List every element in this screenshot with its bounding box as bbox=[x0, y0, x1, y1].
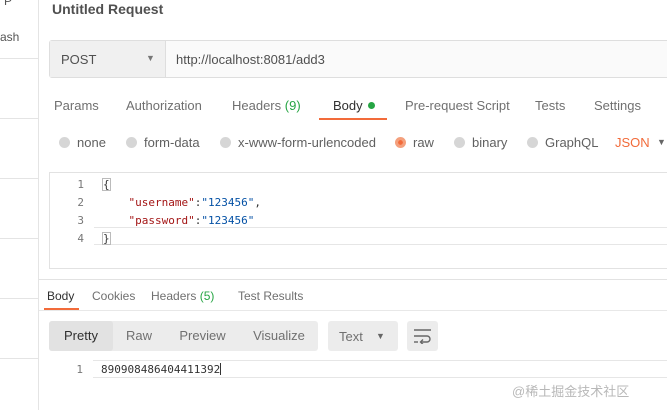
response-tab-cookies[interactable]: Cookies bbox=[92, 289, 135, 303]
radio-form-data-label[interactable]: form-data bbox=[144, 135, 200, 150]
sidebar-fragment-mid: ash bbox=[0, 30, 20, 44]
radio-urlencoded-label[interactable]: x-www-form-urlencoded bbox=[238, 135, 376, 150]
tab-prerequest-script[interactable]: Pre-request Script bbox=[405, 98, 510, 113]
radio-none-label[interactable]: none bbox=[77, 135, 106, 150]
request-title[interactable]: Untitled Request bbox=[52, 1, 163, 17]
response-tab-test-results[interactable]: Test Results bbox=[238, 289, 303, 303]
radio-graphql[interactable] bbox=[527, 137, 538, 148]
view-pretty-button[interactable]: Pretty bbox=[49, 321, 113, 351]
watermark: @稀土掘金技术社区 bbox=[512, 384, 630, 399]
chevron-down-icon: ▼ bbox=[376, 331, 385, 341]
editor-gutter: 1 2 3 4 bbox=[50, 173, 94, 268]
request-body-editor[interactable]: 1 2 3 4 { "username":"123456", "password… bbox=[49, 172, 667, 269]
url-input[interactable]: http://localhost:8081/add3 bbox=[176, 52, 325, 67]
current-line-highlight bbox=[94, 227, 667, 245]
code-line-3: "password":"123456" bbox=[128, 214, 255, 227]
line-number: 4 bbox=[77, 232, 84, 245]
radio-form-data[interactable] bbox=[126, 137, 137, 148]
sidebar-divider bbox=[0, 58, 38, 59]
radio-binary-label[interactable]: binary bbox=[472, 135, 507, 150]
response-tab-headers[interactable]: Headers (5) bbox=[151, 289, 214, 303]
method-label: POST bbox=[61, 52, 97, 67]
radio-raw-label[interactable]: raw bbox=[413, 135, 434, 150]
json-value-username: "123456" bbox=[201, 196, 255, 209]
line-number: 1 bbox=[77, 178, 84, 191]
sidebar-divider bbox=[0, 178, 38, 179]
radio-binary[interactable] bbox=[454, 137, 465, 148]
response-value-text: 890908486404411392 bbox=[101, 363, 221, 376]
radio-urlencoded[interactable] bbox=[220, 137, 231, 148]
tab-body-label: Body bbox=[333, 98, 363, 113]
url-bar: POST ▼ http://localhost:8081/add3 bbox=[49, 40, 667, 78]
close-brace: } bbox=[102, 232, 111, 245]
view-raw-button[interactable]: Raw bbox=[113, 321, 165, 351]
json-key-password: "password" bbox=[128, 214, 195, 227]
code-line-4: } bbox=[102, 232, 111, 245]
response-tab-headers-label: Headers bbox=[151, 289, 197, 303]
json-value-password: "123456" bbox=[201, 214, 255, 227]
code-line-1: { bbox=[102, 178, 111, 191]
raw-format-dropdown[interactable]: JSON bbox=[615, 135, 650, 150]
response-tabs: Body Cookies Headers (5) Test Results bbox=[0, 287, 667, 311]
response-view-mode: Pretty Raw Preview Visualize bbox=[49, 321, 318, 351]
view-visualize-button[interactable]: Visualize bbox=[240, 321, 318, 351]
tab-params[interactable]: Params bbox=[54, 98, 99, 113]
tab-body[interactable]: Body bbox=[333, 98, 375, 113]
response-headers-count: (5) bbox=[199, 289, 215, 303]
text-cursor bbox=[220, 363, 222, 375]
wrap-lines-button[interactable] bbox=[407, 321, 438, 351]
tab-headers[interactable]: Headers (9) bbox=[232, 98, 301, 113]
code-line-2: "username":"123456", bbox=[128, 196, 261, 209]
open-brace: { bbox=[102, 178, 111, 191]
response-body-viewer[interactable]: 1 890908486404411392 bbox=[49, 358, 667, 380]
sidebar-divider bbox=[0, 358, 38, 359]
tab-tests[interactable]: Tests bbox=[535, 98, 565, 113]
sidebar-divider bbox=[0, 238, 38, 239]
body-type-options: none form-data x-www-form-urlencoded raw… bbox=[0, 133, 667, 153]
line-number: 3 bbox=[77, 214, 84, 227]
json-key-username: "username" bbox=[128, 196, 195, 209]
tab-headers-label: Headers bbox=[232, 98, 282, 113]
response-line-number: 1 bbox=[76, 363, 83, 376]
tab-settings[interactable]: Settings bbox=[594, 98, 641, 113]
body-indicator-dot-icon bbox=[367, 102, 375, 109]
chevron-down-icon[interactable]: ▼ bbox=[657, 137, 666, 147]
response-format-dropdown[interactable]: Text ▼ bbox=[328, 321, 398, 351]
radio-graphql-label[interactable]: GraphQL bbox=[545, 135, 598, 150]
headers-count: (9) bbox=[284, 98, 301, 113]
request-tabs: Params Authorization Headers (9) Body Pr… bbox=[0, 94, 667, 120]
active-tab-underline bbox=[319, 118, 387, 120]
method-dropdown[interactable]: POST ▼ bbox=[50, 41, 166, 77]
line-number: 2 bbox=[77, 196, 84, 209]
wrap-lines-icon bbox=[414, 329, 431, 344]
collections-sidebar: P ash bbox=[0, 0, 39, 410]
response-value: 890908486404411392 bbox=[101, 363, 222, 376]
response-tabs-divider bbox=[39, 310, 667, 311]
radio-none[interactable] bbox=[59, 137, 70, 148]
sidebar-fragment-top: P bbox=[4, 0, 13, 8]
response-format-label: Text bbox=[339, 329, 363, 344]
response-divider[interactable] bbox=[39, 279, 667, 280]
view-preview-button[interactable]: Preview bbox=[165, 321, 240, 351]
chevron-down-icon: ▼ bbox=[146, 53, 155, 63]
response-tab-body[interactable]: Body bbox=[47, 289, 74, 303]
tab-authorization[interactable]: Authorization bbox=[126, 98, 202, 113]
radio-raw[interactable] bbox=[395, 137, 406, 148]
